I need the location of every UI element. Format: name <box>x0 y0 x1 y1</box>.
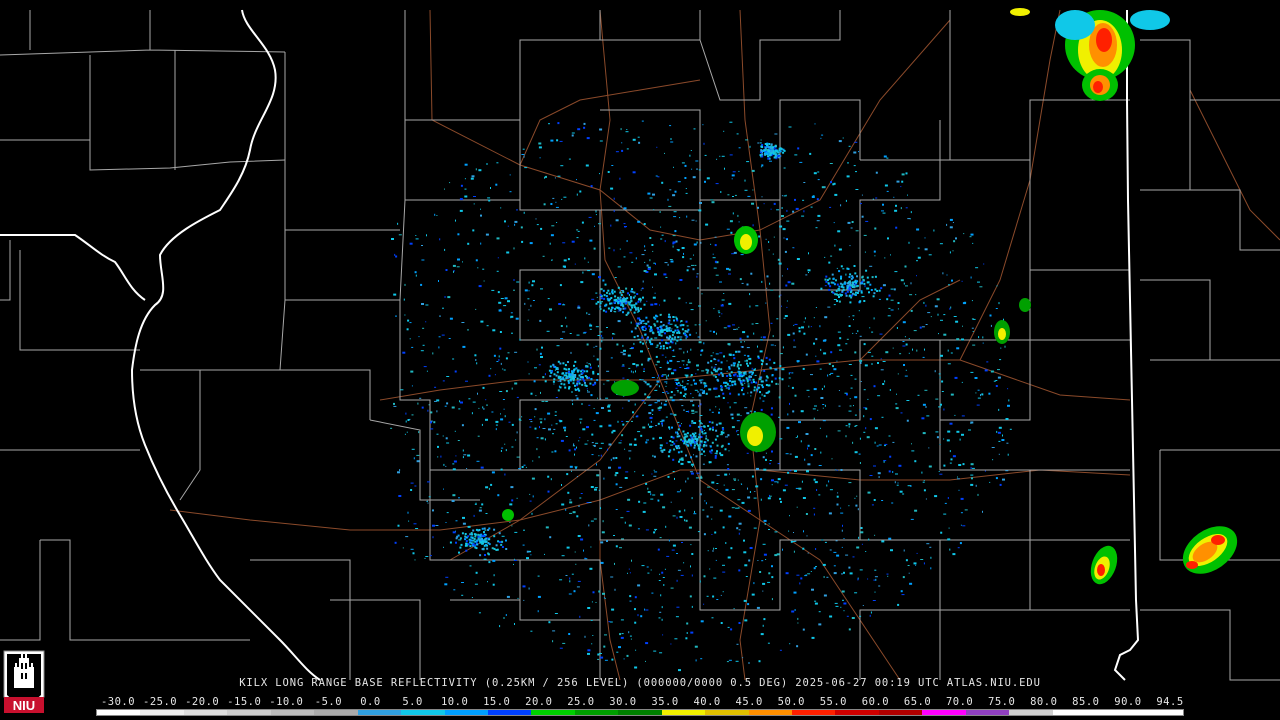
colorbar-segment <box>618 710 662 715</box>
scale-label: 85.0 <box>1072 696 1100 708</box>
scale-label: 35.0 <box>651 696 679 708</box>
colorbar-segment <box>1009 710 1053 715</box>
colorbar-segment <box>705 710 749 715</box>
colorbar-segment <box>401 710 445 715</box>
colorbar-segment <box>792 710 836 715</box>
scale-label: 45.0 <box>735 696 763 708</box>
scale-label: 0.0 <box>360 696 381 708</box>
scale-label: 90.0 <box>1114 696 1142 708</box>
scale-label: 94.5 <box>1156 696 1184 708</box>
scale-label: 55.0 <box>819 696 848 708</box>
scale-label: 80.0 <box>1030 696 1058 708</box>
scale-label: 65.0 <box>903 696 932 708</box>
colorbar-segment <box>357 710 402 715</box>
colorbar-segment <box>1096 710 1140 715</box>
colorbar-segment <box>270 710 315 715</box>
radar-map <box>0 0 1280 720</box>
niu-logo: NIU <box>3 650 45 713</box>
scale-label: -15.0 <box>227 696 262 708</box>
reflectivity-colorbar <box>96 709 1184 716</box>
scale-label: 10.0 <box>440 696 469 708</box>
colorbar-segment <box>444 710 488 715</box>
colorbar-segment <box>922 710 966 715</box>
scale-label: 20.0 <box>525 696 553 708</box>
colorbar-segment <box>487 710 532 715</box>
colorbar-segment <box>878 710 923 715</box>
scale-label: 5.0 <box>402 696 423 708</box>
scale-label: 60.0 <box>861 696 890 708</box>
scale-label: 70.0 <box>945 696 974 708</box>
niu-logo-text: NIU <box>13 698 35 713</box>
reflectivity-scale-labels: -30.0 -25.0 -20.0 -15.0 -10.0 -5.0 0.0 5.0 10.0 1… <box>0 696 1280 708</box>
scale-label: -25.0 <box>143 696 178 708</box>
colorbar-segment <box>140 710 184 715</box>
colorbar-segment <box>227 710 271 715</box>
colorbar-segment <box>661 710 706 715</box>
scale-label: 75.0 <box>988 696 1016 708</box>
colorbar-segment <box>183 710 228 715</box>
scale-label: 30.0 <box>609 696 637 708</box>
map-title: KILX LONG RANGE BASE REFLECTIVITY (0.25K… <box>239 677 1041 689</box>
scale-label: -5.0 <box>314 696 343 708</box>
colorbar-segment <box>97 710 141 715</box>
scale-label: 40.0 <box>693 696 721 708</box>
colorbar-segment <box>531 710 575 715</box>
scale-label: 25.0 <box>567 696 595 708</box>
colorbar-segment <box>314 710 358 715</box>
colorbar-segment <box>574 710 619 715</box>
colorbar-segment <box>1052 710 1097 715</box>
colorbar-segment <box>965 710 1010 715</box>
scale-label: 15.0 <box>483 696 511 708</box>
scale-label: -20.0 <box>185 696 220 708</box>
scale-label: -10.0 <box>269 696 304 708</box>
scale-label: -30.0 <box>100 696 136 708</box>
colorbar-segment <box>1139 710 1183 715</box>
scale-label: 50.0 <box>777 696 805 708</box>
colorbar-segment <box>835 710 879 715</box>
colorbar-segment <box>748 710 792 715</box>
